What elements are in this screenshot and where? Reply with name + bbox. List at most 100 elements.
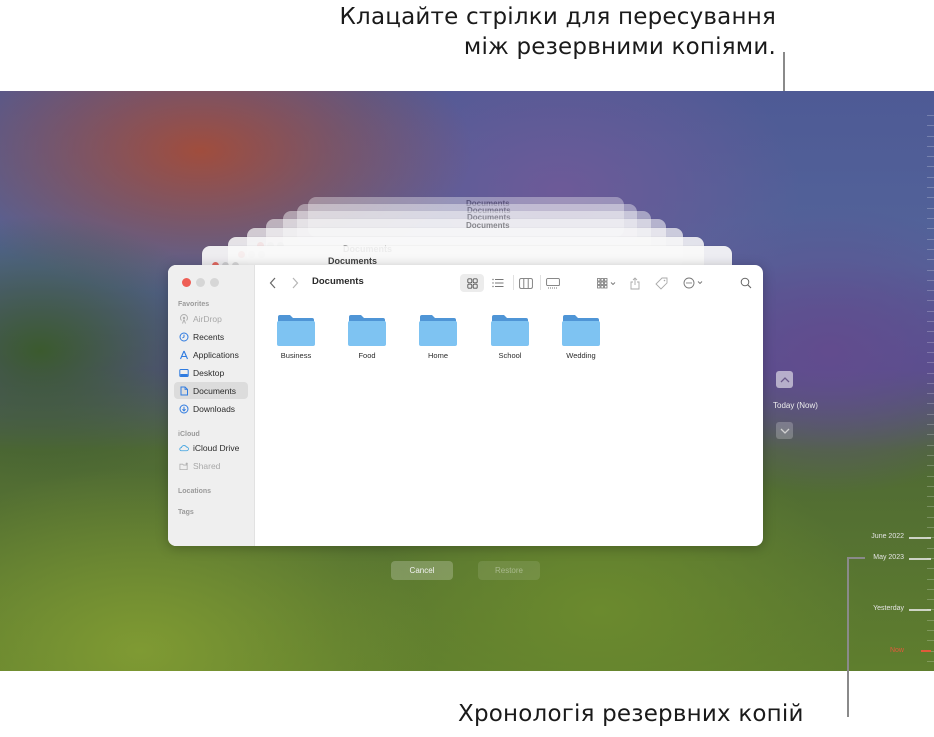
timeline-tick [927,383,934,384]
cloud-icon [179,443,189,453]
sidebar-item-applications[interactable]: Applications [174,346,248,363]
cancel-button[interactable]: Cancel [391,561,453,580]
shared-folder-icon [179,461,189,471]
timeline-tick [927,373,934,374]
folder-item[interactable]: Food [340,313,394,360]
back-button[interactable] [266,274,280,292]
timeline-tick [927,640,934,641]
folder-label: Home [427,351,448,360]
zoom-button[interactable] [210,278,219,287]
timeline-tick [927,239,934,240]
timeline-tick [927,424,934,425]
timeline-tick [927,465,934,466]
sidebar-section-favorites: Favorites [178,301,210,308]
timeline-tick [927,393,934,394]
timeline-tick [927,156,934,157]
sidebar-item-label: Downloads [193,403,236,414]
gallery-view-icon [546,277,560,288]
sidebar-item-label: Documents [193,385,236,396]
sidebar-item-downloads[interactable]: Downloads [174,400,248,417]
timeline-tick [927,259,934,260]
share-button[interactable] [626,274,644,292]
sidebar-item-documents[interactable]: Documents [174,382,248,399]
timeline-tick [927,414,934,415]
folder-icon [418,313,458,347]
folder-item[interactable]: School [483,313,537,360]
sidebar-item-recents[interactable]: Recents [174,328,248,345]
timeline-label-now[interactable]: Now [890,647,904,654]
tag-button[interactable] [652,274,670,292]
forward-button[interactable] [288,274,302,292]
sidebar-section-locations[interactable]: Locations [178,488,211,495]
folder-item[interactable]: Business [269,313,323,360]
folder-item[interactable]: Home [411,313,465,360]
download-icon [179,404,189,414]
timeline-tick [927,208,934,209]
sidebar-item-airdrop[interactable]: AirDrop [174,310,248,327]
timeline-tick [927,579,934,580]
folder-icon [347,313,387,347]
timeline-tick [927,506,934,507]
folder-icon [561,313,601,347]
timeline-tick [927,331,934,332]
icon-view-button[interactable] [460,274,484,292]
restore-button[interactable]: Restore [478,561,540,580]
column-view-button[interactable] [516,274,536,292]
timeline-mark-now [921,650,931,652]
down-chevron-icon [780,428,789,434]
list-view-button[interactable] [488,274,508,292]
close-button[interactable] [182,278,191,287]
current-backup-label: Today (Now) [773,401,818,410]
timeline-tick [927,434,934,435]
timeline-tick [927,527,934,528]
timeline-tick [927,476,934,477]
sidebar-item-desktop[interactable]: Desktop [174,364,248,381]
forward-chevron-icon [292,277,299,289]
folder-label: Food [358,351,376,360]
timeline-tick [927,486,934,487]
sidebar-item-label: AirDrop [193,313,222,324]
sidebar-item-shared[interactable]: Shared [174,457,248,474]
group-button[interactable] [594,274,620,292]
next-backup-button[interactable] [776,422,793,439]
callout-arrows-line2: між резервними копіями. [463,34,776,60]
timeline-tick [927,270,934,271]
timeline-tick [927,136,934,137]
timeline-label-june-2022[interactable]: June 2022 [871,533,904,540]
clock-icon [179,332,189,342]
share-icon [630,276,640,289]
backup-timeline[interactable] [854,91,934,671]
timeline-tick [927,589,934,590]
folder-item[interactable]: Wedding [554,313,608,360]
group-icon [597,277,616,288]
finder-content: Business Food Home School Wedding [254,301,763,546]
column-view-icon [519,277,533,289]
sidebar-item-icloud-drive[interactable]: iCloud Drive [174,439,248,456]
timeline-tick [927,599,934,600]
sidebar-item-label: Applications [193,349,239,360]
search-button[interactable] [737,274,755,292]
previous-backup-button[interactable] [776,371,793,388]
timeline-tick [927,166,934,167]
folder-label: Wedding [566,351,596,360]
timeline-tick [927,568,934,569]
callout-timeline: Хронологія резервних копій [458,701,804,727]
timeline-label-yesterday[interactable]: Yesterday [873,605,904,612]
finder-toolbar: Documents [254,265,763,301]
callout-timeline-leader-h [847,557,865,559]
timeline-mark [909,537,931,539]
finder-sidebar: Favorites AirDrop Recents Applications D… [168,265,255,546]
list-view-icon [492,278,504,288]
toolbar-separator [540,275,541,290]
timeline-tick [927,661,934,662]
sidebar-item-label: Recents [193,331,225,342]
timeline-label-may-2023[interactable]: May 2023 [873,554,904,561]
minimize-button[interactable] [196,278,205,287]
sidebar-section-tags[interactable]: Tags [178,509,194,516]
finder-window: Favorites AirDrop Recents Applications D… [168,265,763,546]
more-actions-button[interactable] [680,274,708,292]
timeline-tick [927,321,934,322]
timeline-tick [927,115,934,116]
gallery-view-button[interactable] [543,274,563,292]
timeline-tick [927,620,934,621]
